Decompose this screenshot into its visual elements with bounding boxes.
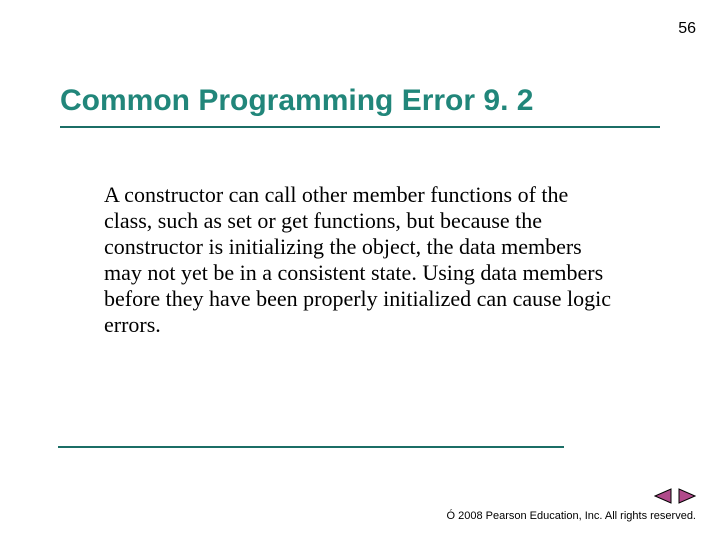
next-slide-button[interactable]	[678, 488, 696, 504]
slide-title: Common Programming Error 9. 2	[60, 84, 533, 118]
triangle-left-icon	[654, 488, 672, 504]
divider-top	[60, 126, 660, 128]
page-number: 56	[678, 20, 696, 38]
copyright-text: Ó 2008 Pearson Education, Inc. All right…	[447, 510, 696, 522]
prev-slide-button[interactable]	[654, 488, 672, 504]
divider-bottom	[58, 446, 564, 448]
nav-controls	[654, 488, 696, 504]
body-paragraph: A constructor can call other member func…	[104, 182, 614, 338]
triangle-right-icon	[678, 488, 696, 504]
